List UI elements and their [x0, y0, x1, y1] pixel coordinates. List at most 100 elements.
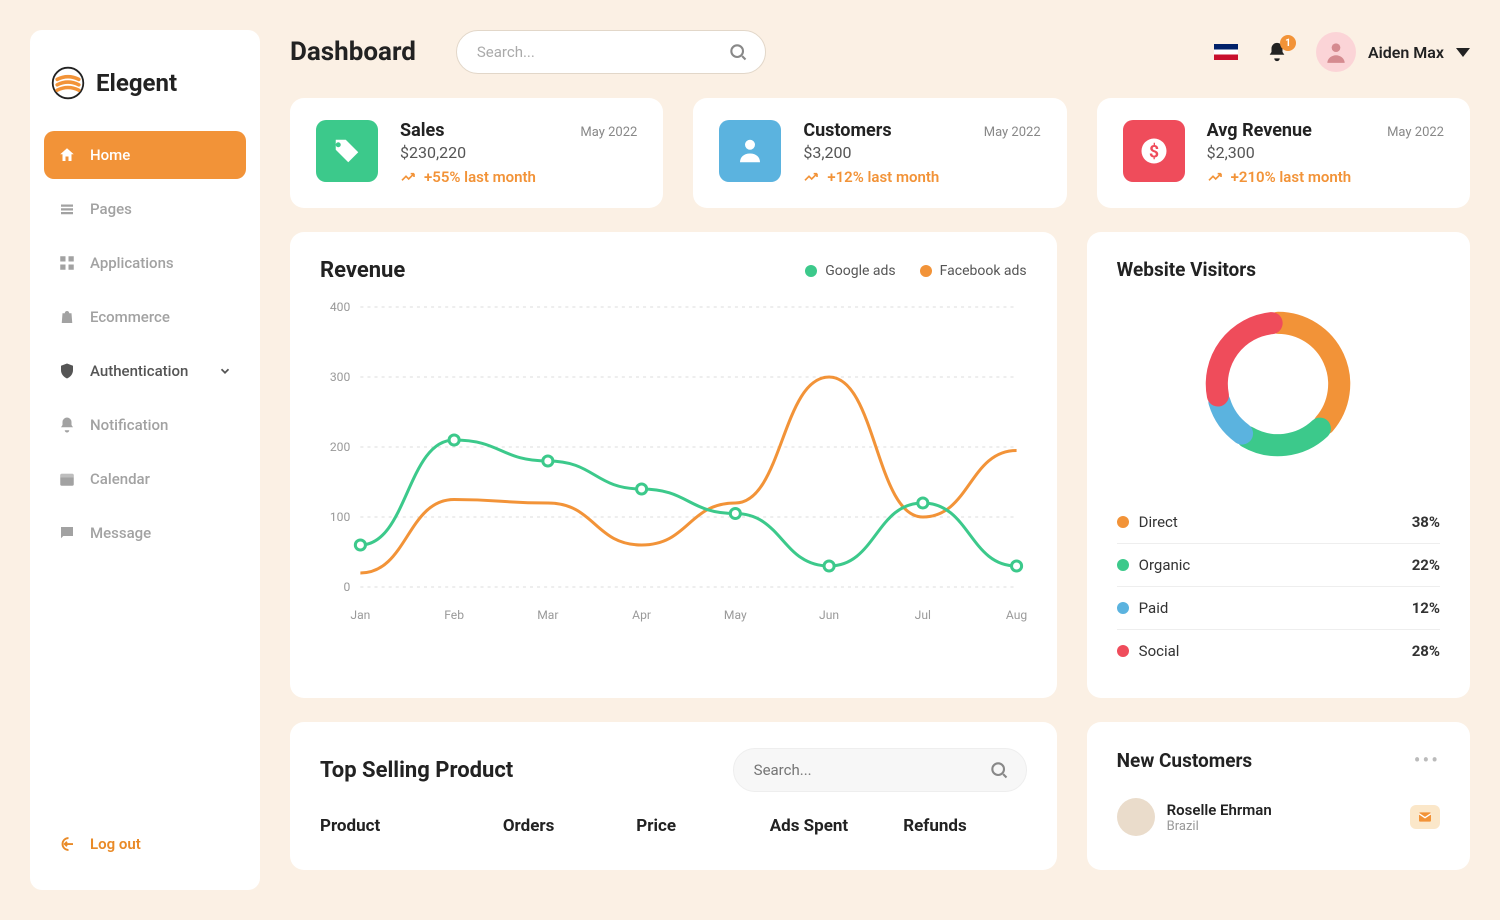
stat-card-avg-revenue: $ Avg Revenue May 2022 $2,300 +210% last… [1097, 98, 1470, 208]
sidebar-item-message[interactable]: Message [44, 509, 246, 557]
more-icon[interactable]: ••• [1414, 748, 1440, 772]
col-header: Orders [503, 816, 626, 836]
new-customers-panel: New Customers ••• Roselle Ehrman Brazil [1087, 722, 1470, 870]
sidebar-label: Message [90, 524, 151, 542]
dot-icon [1117, 602, 1129, 614]
search-icon[interactable] [728, 42, 748, 62]
home-icon [58, 146, 76, 164]
svg-text:Aug: Aug [1006, 608, 1027, 622]
sidebar-label: Applications [90, 254, 174, 272]
dot-icon [920, 265, 932, 277]
visitors-row: Paid12% [1117, 587, 1440, 630]
pages-icon [58, 200, 76, 218]
sidebar-item-home[interactable]: Home [44, 131, 246, 179]
table-header: Product Orders Price Ads Spent Refunds [320, 816, 1027, 836]
sidebar-item-applications[interactable]: Applications [44, 239, 246, 287]
user-menu[interactable]: Aiden Max [1316, 32, 1470, 72]
dot-icon [1117, 516, 1129, 528]
revenue-panel: Revenue Google ads Facebook ads 01002003… [290, 232, 1057, 698]
panel-title: Revenue [320, 258, 405, 283]
caret-down-icon [1456, 48, 1470, 57]
sidebar-label: Authentication [90, 362, 188, 380]
svg-text:Jul: Jul [915, 608, 931, 622]
legend-item: Google ads [805, 263, 895, 279]
svg-text:100: 100 [330, 510, 351, 524]
customer-sub: Brazil [1167, 819, 1272, 834]
table-search [733, 748, 1027, 792]
svg-text:400: 400 [330, 300, 351, 314]
dot-icon [1117, 645, 1129, 657]
panel-title: New Customers [1117, 749, 1253, 772]
col-header: Refunds [903, 816, 1026, 836]
stat-title: Avg Revenue [1207, 120, 1312, 141]
sidebar-item-calendar[interactable]: Calendar [44, 455, 246, 503]
svg-text:Jan: Jan [350, 608, 370, 622]
customer-avatar [1117, 798, 1155, 836]
brand-name: Elegent [96, 69, 177, 97]
svg-text:$: $ [1149, 141, 1159, 162]
legend-item: Facebook ads [920, 263, 1027, 279]
user-name: Aiden Max [1368, 43, 1444, 62]
sidebar-label: Pages [90, 200, 132, 218]
stat-value: $230,220 [400, 143, 637, 162]
tag-icon [316, 120, 378, 182]
sidebar-label: Calendar [90, 470, 150, 488]
sidebar-item-authentication[interactable]: Authentication [44, 347, 246, 395]
notification-badge: 1 [1280, 35, 1296, 51]
sidebar-item-notification[interactable]: Notification [44, 401, 246, 449]
mail-button[interactable] [1410, 805, 1440, 829]
svg-text:May: May [724, 608, 747, 622]
svg-text:Jun: Jun [819, 608, 839, 622]
notifications-button[interactable]: 1 [1266, 41, 1288, 63]
avatar [1316, 32, 1356, 72]
stat-period: May 2022 [1387, 125, 1444, 140]
page-title: Dashboard [290, 37, 416, 67]
sidebar-item-ecommerce[interactable]: Ecommerce [44, 293, 246, 341]
stat-card-customers: Customers May 2022 $3,200 +12% last mont… [693, 98, 1066, 208]
stat-title: Sales [400, 120, 444, 141]
grid-icon [58, 254, 76, 272]
search-icon[interactable] [989, 760, 1009, 780]
stat-delta: +12% last month [803, 168, 1040, 186]
stat-value: $3,200 [803, 143, 1040, 162]
visitors-panel: Website Visitors Direct38% Organic22% Pa… [1087, 232, 1470, 698]
flag-uk-icon[interactable] [1214, 44, 1238, 60]
table-search-input[interactable] [733, 748, 1027, 792]
bag-icon [58, 308, 76, 326]
stat-delta: +210% last month [1207, 168, 1444, 186]
visitors-list: Direct38% Organic22% Paid12% Social28% [1117, 501, 1440, 672]
dot-icon [805, 265, 817, 277]
col-header: Product [320, 816, 493, 836]
chat-icon [58, 524, 76, 542]
stat-period: May 2022 [984, 125, 1041, 140]
logout-button[interactable]: Log out [44, 823, 246, 865]
logout-label: Log out [90, 835, 141, 853]
svg-text:0: 0 [343, 580, 350, 594]
sidebar-item-pages[interactable]: Pages [44, 185, 246, 233]
brand-logo: Elegent [44, 55, 246, 131]
sidebar-label: Ecommerce [90, 308, 170, 326]
brand-icon [50, 65, 86, 101]
chevron-down-icon [218, 364, 232, 378]
panel-title: Top Selling Product [320, 758, 513, 783]
stat-card-sales: Sales May 2022 $230,220 +55% last month [290, 98, 663, 208]
dot-icon [1117, 559, 1129, 571]
dollar-icon: $ [1123, 120, 1185, 182]
stat-value: $2,300 [1207, 143, 1444, 162]
customer-row: Roselle Ehrman Brazil [1117, 790, 1440, 844]
svg-text:300: 300 [330, 370, 351, 384]
visitors-row: Direct38% [1117, 501, 1440, 544]
svg-text:Feb: Feb [444, 608, 464, 622]
sidebar-label: Notification [90, 416, 168, 434]
top-selling-panel: Top Selling Product Product Orders Price… [290, 722, 1057, 870]
search-input[interactable] [456, 30, 766, 74]
stat-period: May 2022 [580, 125, 637, 140]
sidebar-nav: Home Pages Applications Ecommerce Authen… [44, 131, 246, 823]
visitors-row: Social28% [1117, 630, 1440, 672]
stat-cards: Sales May 2022 $230,220 +55% last month … [290, 98, 1470, 208]
user-cart-icon [719, 120, 781, 182]
panel-title: Website Visitors [1117, 258, 1440, 281]
visitors-donut [1117, 281, 1440, 487]
bell-icon [58, 416, 76, 434]
customer-name: Roselle Ehrman [1167, 801, 1272, 819]
